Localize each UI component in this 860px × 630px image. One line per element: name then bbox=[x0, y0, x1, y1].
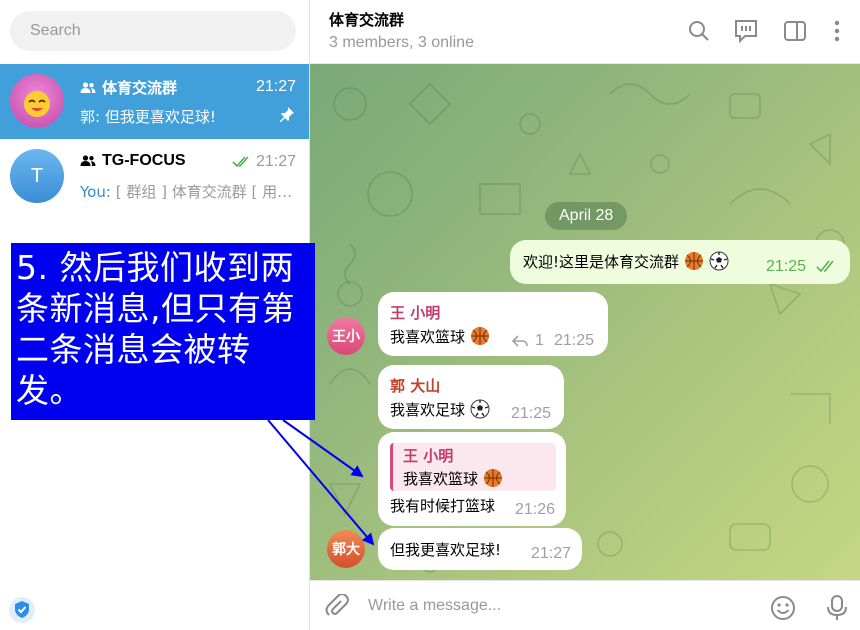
chat-name-text: 体育交流群 bbox=[102, 79, 178, 97]
message-bubble-incoming-reply[interactable]: 王 小明 我喜欢篮球 我有时候打篮球 21:26 bbox=[378, 432, 566, 526]
chat-time: 21:27 bbox=[255, 78, 296, 95]
quote-text-content: 我喜欢篮球 bbox=[403, 470, 479, 488]
avatar: T bbox=[10, 149, 64, 203]
microphone-icon[interactable] bbox=[824, 594, 850, 622]
double-check-icon bbox=[816, 260, 834, 273]
chat-name-text: TG-FOCUS bbox=[102, 152, 186, 169]
message-text-content: 我喜欢足球 bbox=[390, 401, 466, 419]
search-box bbox=[10, 11, 296, 51]
message-time: 21:25 bbox=[766, 258, 807, 275]
message-text-content: 欢迎!这里是体育交流群 bbox=[523, 253, 680, 271]
message-time: 21:27 bbox=[531, 545, 572, 562]
quoted-message[interactable]: 王 小明 我喜欢篮球 bbox=[390, 443, 556, 491]
chat-time: 21:27 bbox=[232, 153, 296, 171]
sender-avatar-guo[interactable]: 郭大 bbox=[327, 530, 365, 568]
preview-text: [ 群组 ] 体育交流群 [ 用… bbox=[115, 183, 293, 201]
reply-count[interactable]: 1 bbox=[535, 332, 544, 350]
message-bubble-incoming[interactable]: 王 小明 我喜欢篮球 1 21:25 bbox=[378, 292, 608, 356]
soccer-ball-emoji-icon bbox=[470, 399, 490, 419]
message-text-content: 我喜欢篮球 bbox=[390, 328, 466, 346]
preview-sender: You: bbox=[80, 183, 111, 201]
basketball-emoji-icon bbox=[483, 469, 502, 487]
double-check-icon bbox=[232, 156, 249, 168]
more-vertical-icon[interactable] bbox=[824, 18, 850, 44]
soccer-ball-emoji-icon bbox=[709, 251, 729, 271]
attach-icon[interactable] bbox=[324, 594, 350, 620]
chat-item-sports-group[interactable]: 体育交流群 21:27 郭: 但我更喜欢足球! bbox=[0, 64, 309, 139]
tutorial-annotation: 5. 然后我们收到两条新消息,但只有第二条消息会被转发。 bbox=[11, 243, 315, 420]
chat-preview: You: [ 群组 ] 体育交流群 [ 用… bbox=[80, 181, 295, 202]
quote-sender: 王 小明 bbox=[403, 447, 454, 465]
avatar bbox=[10, 74, 64, 128]
verified-shield-icon[interactable] bbox=[8, 596, 36, 624]
message-bubble-incoming[interactable]: 郭 大山 我喜欢足球 21:25 bbox=[378, 365, 564, 429]
chat-name: TG-FOCUS bbox=[80, 152, 186, 170]
emoji-icon[interactable] bbox=[770, 595, 796, 621]
message-text: 欢迎!这里是体育交流群 bbox=[523, 251, 729, 272]
avatar-label: 郭大 bbox=[332, 542, 360, 558]
message-text: 我喜欢篮球 bbox=[390, 326, 490, 347]
date-divider: April 28 bbox=[545, 202, 628, 230]
emoji-face-avatar-icon bbox=[10, 74, 64, 128]
sender-avatar-wang[interactable]: 王小 bbox=[327, 317, 365, 355]
search-input[interactable] bbox=[10, 11, 296, 51]
sidebar-toggle-icon[interactable] bbox=[782, 18, 808, 44]
chat-header: 体育交流群 3 members, 3 online bbox=[310, 0, 860, 64]
message-time: 21:25 bbox=[554, 332, 595, 349]
message-composer bbox=[310, 580, 860, 630]
message-input[interactable] bbox=[368, 589, 748, 623]
sender-name[interactable]: 王 小明 bbox=[390, 302, 440, 323]
group-icon bbox=[80, 81, 96, 93]
message-text: 我有时候打篮球 bbox=[390, 497, 496, 515]
sender-name[interactable]: 郭 大山 bbox=[390, 375, 440, 396]
message-bubble-incoming[interactable]: 但我更喜欢足球! 21:27 bbox=[378, 528, 582, 570]
search-icon[interactable] bbox=[686, 18, 712, 44]
message-time: 21:25 bbox=[511, 405, 552, 422]
message-bubble-outgoing[interactable]: 欢迎!这里是体育交流群 21:25 bbox=[510, 240, 850, 284]
message-area[interactable]: April 28 欢迎!这里是体育交流群 21:25 王小 王 小明 我喜欢篮球… bbox=[310, 64, 860, 580]
basketball-emoji-icon bbox=[470, 327, 489, 345]
avatar-letter: T bbox=[30, 164, 44, 187]
message-text: 但我更喜欢足球! bbox=[390, 541, 502, 559]
message-time: 21:26 bbox=[515, 501, 556, 518]
quote-text: 我喜欢篮球 bbox=[403, 468, 556, 489]
chat-title[interactable]: 体育交流群 bbox=[329, 9, 404, 30]
group-icon bbox=[80, 155, 96, 166]
chat-preview: 郭: 但我更喜欢足球! bbox=[80, 108, 216, 126]
comment-icon[interactable] bbox=[733, 18, 759, 44]
avatar-label: 王小 bbox=[332, 329, 360, 345]
chat-time-text: 21:27 bbox=[255, 153, 296, 170]
chat-item-tg-focus[interactable]: T TG-FOCUS 21:27 You: [ 群组 ] 体育交流群 [ 用… bbox=[0, 139, 309, 214]
reply-arrow-icon bbox=[512, 335, 528, 347]
chat-subtitle: 3 members, 3 online bbox=[329, 34, 474, 51]
chat-name: 体育交流群 bbox=[80, 77, 177, 98]
message-text: 我喜欢足球 bbox=[390, 399, 490, 420]
basketball-emoji-icon bbox=[684, 252, 703, 270]
pin-icon bbox=[280, 107, 294, 122]
